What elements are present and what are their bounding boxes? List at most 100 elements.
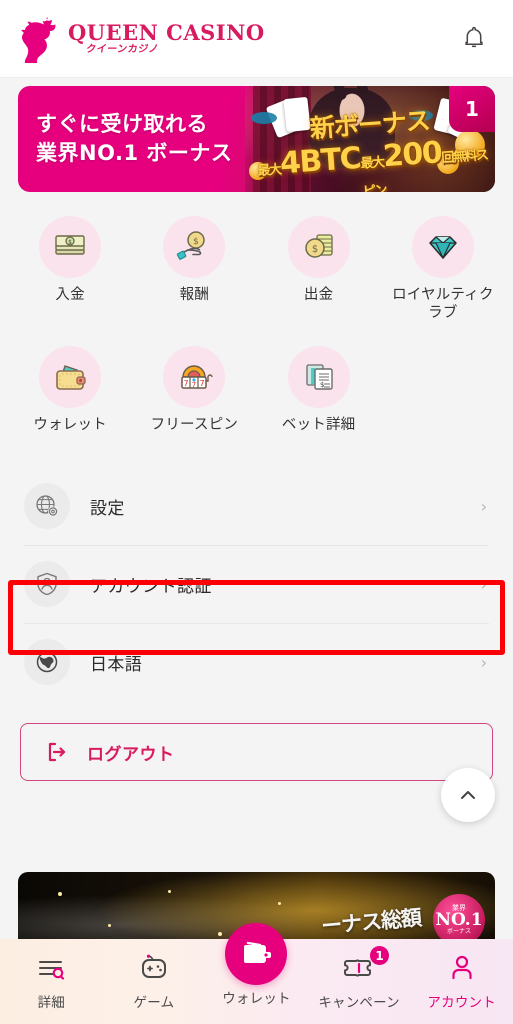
icon-background: 7 7 7 — [163, 346, 226, 409]
grid-item-label: 報酬 — [179, 287, 210, 303]
diamond-icon — [429, 236, 457, 260]
banknotes-icon: $ — [55, 235, 85, 255]
svg-text:$: $ — [311, 244, 317, 255]
grid-item-deposit[interactable]: $ 入金 — [8, 208, 132, 332]
svg-text:7: 7 — [184, 379, 189, 388]
icon-wrapper — [139, 953, 169, 983]
grid-item-label: ベット詳細 — [281, 417, 356, 434]
shield-person-icon — [37, 572, 57, 596]
nav-item-label: ゲーム — [133, 995, 175, 1011]
nav-item-label: 詳細 — [37, 995, 65, 1011]
icon-wrapper — [449, 953, 475, 983]
banner-headline-line1: すぐに受け取れる — [36, 112, 208, 137]
app-screen: QUEEN CASINO クイーンカジノ すぐに受け取れる 業界NO.1 ボーナ… — [0, 0, 513, 1024]
menu-row-label: 日本語 — [90, 654, 143, 675]
banner-offer-btc: 4BTC — [278, 140, 362, 182]
globe-icon — [36, 651, 58, 673]
menu-row-settings[interactable]: 設定 › — [0, 467, 513, 546]
grid-item-wallet[interactable]: ウォレット — [8, 338, 132, 445]
icon-background: $ — [39, 216, 102, 278]
nav-item-label: ウォレット — [222, 991, 291, 1007]
gamepad-icon — [141, 954, 166, 978]
grid-item-reward[interactable]: $ 報酬 — [132, 208, 256, 332]
icon-wrapper: 1 — [343, 946, 390, 983]
grid-item-label: ロイヤルティク ラブ — [392, 287, 494, 321]
chevron-right-icon: › — [480, 496, 487, 516]
person-icon — [452, 955, 472, 980]
icon-background — [411, 216, 474, 278]
settings-menu-list: 設定 › アカウント認証 › 日本語 › — [0, 467, 513, 702]
grid-item-empty — [381, 338, 505, 445]
chevron-right-icon: › — [480, 652, 487, 672]
icon-background — [24, 483, 70, 530]
grid-item-label: 入金 — [55, 287, 85, 303]
menu-row-label: アカウント認証 — [90, 576, 212, 597]
nav-item-label: アカウント — [427, 995, 496, 1011]
banner-count-badge: 1 — [449, 86, 495, 132]
promo-banner-area: すぐに受け取れる 業界NO.1 ボーナス 新ボーナス 最大4BTC最大200回無… — [0, 78, 513, 192]
banner-offer-prefix: 最大 — [257, 162, 282, 179]
seal-bottom-text: ボーナス — [446, 928, 471, 935]
icon-background: $ — [287, 346, 350, 409]
grid-item-bet-details[interactable]: $ ベット詳細 — [257, 338, 381, 445]
campaign-badge: 1 — [370, 946, 390, 965]
hand-coin-icon: $ — [177, 231, 206, 260]
slot-machine-icon: 7 7 7 — [181, 365, 214, 389]
grid-item-label: フリースピン — [150, 417, 239, 434]
wallet-icon — [244, 941, 272, 963]
bottom-navigation-bar: 詳細 ゲーム ウォレット 1 キャンペーン アカウント — [0, 923, 513, 1024]
icon-background — [39, 346, 102, 409]
grid-item-label: 出金 — [303, 287, 334, 303]
banner-headline: すぐに受け取れる 業界NO.1 ボーナス — [18, 110, 232, 168]
svg-text:$: $ — [320, 381, 324, 389]
scroll-to-top-button[interactable] — [441, 768, 495, 822]
nav-item-detail[interactable]: 詳細 — [0, 953, 103, 1011]
bell-icon — [465, 26, 483, 48]
grid-item-free-spin[interactable]: 7 7 7 フリースピン — [132, 338, 256, 445]
app-header: QUEEN CASINO クイーンカジノ — [0, 0, 513, 78]
promo-banner[interactable]: すぐに受け取れる 業界NO.1 ボーナス 新ボーナス 最大4BTC最大200回無… — [18, 86, 495, 192]
svg-text:7: 7 — [200, 379, 205, 388]
menu-row-language[interactable]: 日本語 › — [0, 623, 513, 702]
chevron-right-icon: › — [480, 574, 487, 594]
logout-button[interactable]: ログアウト — [20, 723, 493, 782]
coin-stack-icon: $ — [304, 234, 333, 258]
nav-item-label: キャンペーン — [318, 995, 400, 1011]
grid-item-label: ウォレット — [33, 417, 107, 434]
svg-text:$: $ — [68, 239, 72, 246]
icon-background — [24, 561, 70, 608]
logout-label: ログアウト — [87, 744, 175, 765]
logo-sub-text: クイーンカジノ — [85, 44, 160, 55]
banner-headline-line2: 業界NO.1 ボーナス — [36, 141, 233, 165]
svg-text:7: 7 — [192, 381, 196, 389]
notification-bell-button[interactable] — [457, 21, 491, 57]
menu-search-icon — [39, 961, 65, 980]
documents-icon: $ — [305, 364, 333, 391]
globe-gear-icon — [36, 495, 58, 517]
brand-logo[interactable]: QUEEN CASINO クイーンカジノ — [18, 15, 265, 63]
icon-background: $ — [163, 216, 226, 278]
grid-item-loyalty-club[interactable]: ロイヤルティク ラブ — [381, 208, 505, 332]
nav-item-wallet[interactable]: ウォレット — [205, 923, 308, 1007]
nav-item-campaign[interactable]: 1 キャンペーン — [308, 946, 411, 1011]
banner-offer-mid: 最大 — [360, 155, 385, 172]
logo-main-text: QUEEN CASINO — [68, 20, 265, 45]
menu-row-label: 設定 — [90, 498, 125, 519]
wallet-icon — [56, 365, 86, 391]
nav-item-game[interactable]: ゲーム — [103, 953, 206, 1011]
nav-item-account[interactable]: アカウント — [410, 953, 513, 1011]
chevron-up-icon — [461, 791, 475, 799]
seal-main-text: NO.1 — [435, 910, 483, 930]
icon-wrapper — [37, 953, 65, 983]
logout-icon — [48, 742, 66, 762]
banner-offer-spins: 200 — [381, 135, 443, 175]
svg-text:$: $ — [194, 237, 200, 247]
quick-action-grid: $ 入金 $ 報酬 $ 出金 ロイヤルティク ラブ ウォレット 7 7 7 フリ… — [0, 192, 513, 445]
icon-background: $ — [287, 216, 350, 278]
wallet-center-button[interactable] — [225, 923, 288, 985]
menu-row-account-verification[interactable]: アカウント認証 › — [0, 545, 513, 624]
grid-item-withdraw[interactable]: $ 出金 — [257, 208, 381, 332]
bottom-banner-text: ーナス総額 — [320, 905, 422, 939]
icon-background — [24, 639, 70, 686]
queen-silhouette-icon — [21, 16, 56, 63]
